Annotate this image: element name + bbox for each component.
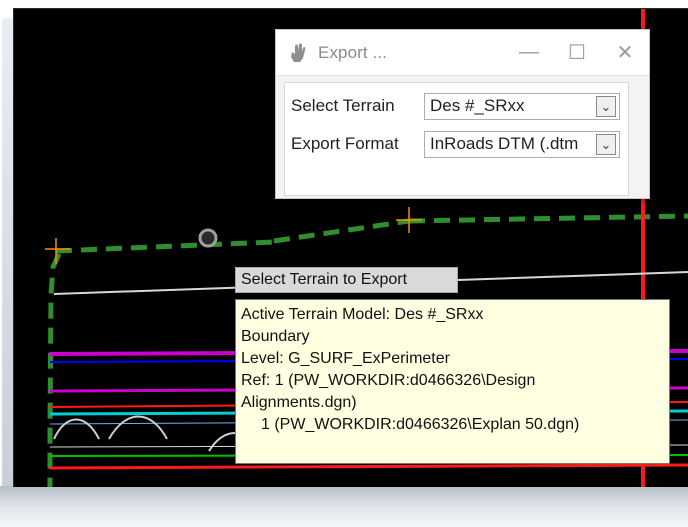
chevron-down-icon[interactable]: ⌄ bbox=[596, 133, 616, 155]
export-terrain-dialog[interactable]: Export ... — ☐ ✕ Select Terrain Des #_SR… bbox=[275, 29, 650, 199]
select-terrain-row: Select Terrain Des #_SRxx ⌄ bbox=[285, 89, 630, 123]
tooltip-line: Level: G_SURF_ExPerimeter bbox=[241, 350, 450, 367]
dialog-form-panel: Select Terrain Des #_SRxx ⌄ Export Forma… bbox=[284, 82, 629, 196]
export-format-label: Export Format bbox=[291, 134, 399, 153]
tooltip-line: 1 (PW_WORKDIR:d0466326\Explan 50.dgn) bbox=[261, 416, 580, 433]
minimize-button[interactable]: — bbox=[505, 30, 553, 75]
export-format-dropdown[interactable]: InRoads DTM (.dtm ⌄ bbox=[424, 130, 620, 158]
element-info-tooltip: Active Terrain Model: Des #_SRxx Boundar… bbox=[235, 299, 670, 464]
tooltip-line: Active Terrain Model: Des #_SRxx bbox=[241, 306, 484, 323]
viewport-bottom-band bbox=[0, 486, 688, 527]
hand-icon bbox=[288, 42, 308, 64]
tooltip-title: Select Terrain to Export bbox=[235, 267, 458, 293]
maximize-button[interactable]: ☐ bbox=[553, 30, 601, 75]
export-format-row: Export Format InRoads DTM (.dtm ⌄ bbox=[285, 127, 630, 161]
cursor-locate-circle[interactable] bbox=[198, 228, 218, 248]
dialog-title: Export ... bbox=[318, 42, 388, 62]
dialog-titlebar[interactable]: Export ... — ☐ ✕ bbox=[276, 30, 649, 76]
export-format-value: InRoads DTM (.dtm bbox=[430, 133, 579, 153]
select-terrain-value: Des #_SRxx bbox=[430, 95, 525, 115]
select-terrain-dropdown[interactable]: Des #_SRxx ⌄ bbox=[424, 92, 620, 120]
window-controls: — ☐ ✕ bbox=[505, 30, 649, 75]
tooltip-line: Ref: 1 (PW_WORKDIR:d0466326\Design bbox=[241, 372, 536, 389]
tooltip-line: Alignments.dgn) bbox=[241, 394, 357, 411]
select-terrain-label: Select Terrain bbox=[291, 96, 395, 115]
screenshot-stage: Export ... — ☐ ✕ Select Terrain Des #_SR… bbox=[0, 0, 688, 527]
close-button[interactable]: ✕ bbox=[601, 30, 649, 75]
tooltip-line: Boundary bbox=[241, 328, 310, 345]
chevron-down-icon[interactable]: ⌄ bbox=[596, 95, 616, 117]
